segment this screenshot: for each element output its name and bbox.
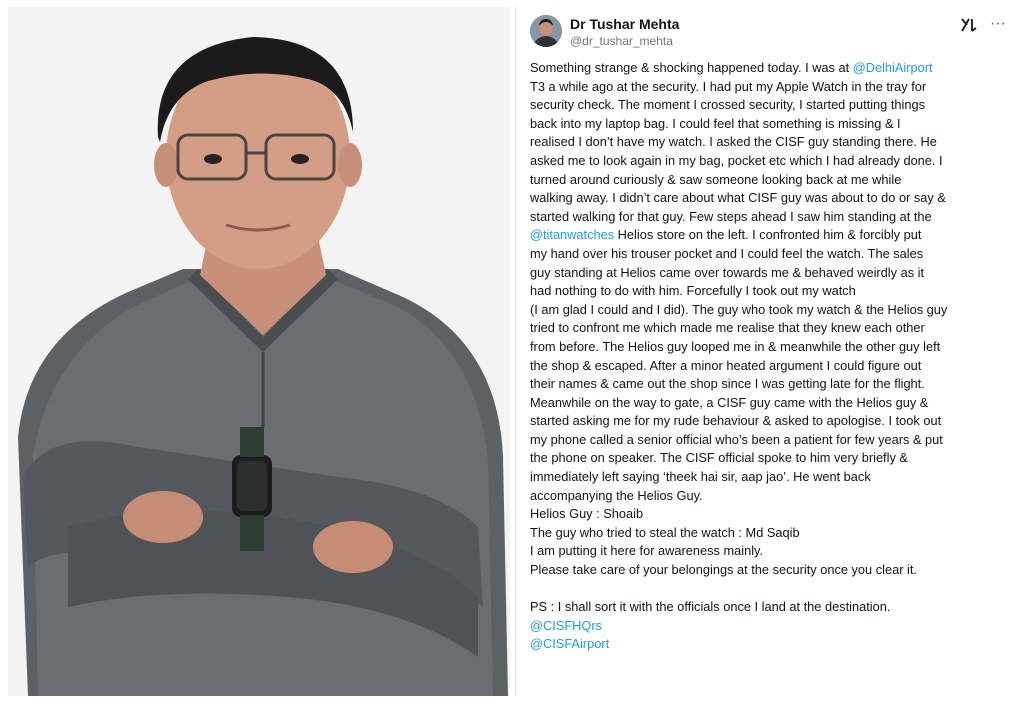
tweet-text-segment: PS : I shall sort it with the officials … [530,599,891,615]
tweet-line: T3 a while ago at the security. I had pu… [530,78,1008,97]
author-handle[interactable]: @dr_tushar_mehta [570,34,673,48]
tweet-text-segment: had nothing to do with him. Forcefully I… [530,283,856,299]
tweet-text-segment: walking away. I didn’t care about what C… [530,190,946,206]
tweet-line: walking away. I didn’t care about what C… [530,189,1008,208]
tweet-line: @titanwatches Helios store on the left. … [530,226,1008,245]
tweet-text-segment: my phone called a senior official who’s … [530,431,943,447]
tweet-text-segment: Meanwhile on the way to gate, a CISF guy… [530,394,929,410]
tweet-line: PS : I shall sort it with the officials … [530,598,1008,617]
tweet-line: guy standing at Helios came over towards… [530,264,1008,283]
tweet-text-segment: T3 a while ago at the security. I had pu… [530,78,927,94]
tweet-text-segment: the shop & escaped. After a minor heated… [530,357,922,373]
tweet-line: security check. The moment I crossed sec… [530,96,1008,115]
tweet-line: The guy who tried to steal the watch : M… [530,524,1008,543]
tweet-line: Meanwhile on the way to gate, a CISF guy… [530,394,1008,413]
tweet-line: tried to confront me which made me reali… [530,319,1008,338]
tweet-line: accompanying the Helios Guy. [530,487,1008,506]
mention-link[interactable]: @CISFAirport [530,636,609,651]
tweet-text-segment: turned around curiously & saw someone lo… [530,171,902,187]
author-avatar[interactable] [530,15,562,47]
tweet-text-segment: started asking me for my rude behaviour … [530,413,942,429]
mention-link[interactable]: @DelhiAirport [853,60,933,75]
tweet-text-segment: realised I don’t have my watch. I asked … [530,134,937,150]
tweet-card: Dr Tushar Mehta @dr_tushar_mehta ··· Som… [515,7,1016,696]
more-options-icon[interactable]: ··· [990,16,1006,32]
person-photo [8,7,510,696]
person-illustration [8,7,510,696]
grok-glyph [961,18,977,32]
tweet-line: Something strange & shocking happened to… [530,59,1008,78]
tweet-line: realised I don’t have my watch. I asked … [530,133,1008,152]
tweet-line: the phone on speaker. The CISF official … [530,449,1008,468]
tweet-text-segment: my hand over his trouser pocket and I co… [530,245,924,261]
tweet-line: my hand over his trouser pocket and I co… [530,245,1008,264]
tweet-text-segment: tried to confront me which made me reali… [530,320,925,336]
tweet-text-segment: their names & came out the shop since I … [530,376,925,392]
tweet-line: immediately left saying ‘theek hai sir, … [530,468,1008,487]
tweet-header: Dr Tushar Mehta @dr_tushar_mehta ··· [530,13,1006,57]
tweet-line: had nothing to do with him. Forcefully I… [530,282,1008,301]
tweet-text-segment: asked me to look again in my bag, pocket… [530,152,943,168]
tweet-text-segment: I am putting it here for awareness mainl… [530,543,764,559]
tweet-line: started asking me for my rude behaviour … [530,412,1008,431]
tweet-text-segment: immediately left saying ‘theek hai sir, … [530,469,871,485]
tweet-text-segment: the phone on speaker. The CISF official … [530,450,908,466]
tweet-text-segment: guy standing at Helios came over towards… [530,264,925,280]
tweet-text-segment: security check. The moment I crossed sec… [530,97,925,113]
tweet-line: turned around curiously & saw someone lo… [530,171,1008,190]
tweet-line: their names & came out the shop since I … [530,375,1008,394]
avatar-image [530,15,562,47]
tweet-line: back into my laptop bag. I could feel th… [530,115,1008,134]
tweet-text-segment: Please take care of your belongings at t… [530,562,917,578]
tweet-text-segment: accompanying the Helios Guy. [530,487,703,503]
mention-link[interactable]: @titanwatches [530,227,614,242]
tweet-text-segment: Helios store on the left. I confronted h… [614,227,922,243]
tweet-text-segment: back into my laptop bag. I could feel th… [530,115,901,131]
tweet-line: (I am glad I could and I did). The guy w… [530,301,1008,320]
tweet-line: from before. The Helios guy looped me in… [530,338,1008,357]
tweet-text-segment: Something strange & shocking happened to… [530,60,853,75]
tweet-line: Please take care of your belongings at t… [530,561,1008,580]
author-name[interactable]: Dr Tushar Mehta [570,16,679,32]
tweet-line: my phone called a senior official who’s … [530,431,1008,450]
tweet-text: Something strange & shocking happened to… [530,59,1008,654]
tweet-text-segment: (I am glad I could and I did). The guy w… [530,301,948,317]
tweet-text-segment: started walking for that guy. Few steps … [530,208,932,224]
tweet-line: Helios Guy : Shoaib [530,505,1008,524]
grok-icon[interactable] [960,16,978,34]
tweet-line: @CISFAirport [530,635,1008,654]
composite-image: Dr Tushar Mehta @dr_tushar_mehta ··· Som… [0,0,1024,703]
tweet-line: the shop & escaped. After a minor heated… [530,357,1008,376]
tweet-line: asked me to look again in my bag, pocket… [530,152,1008,171]
tweet-text-segment: The guy who tried to steal the watch : M… [530,524,800,540]
tweet-text-segment: from before. The Helios guy looped me in… [530,338,941,354]
mention-link[interactable]: @CISFHQrs [530,618,602,633]
tweet-text-segment: Helios Guy : Shoaib [530,506,644,522]
tweet-line: I am putting it here for awareness mainl… [530,542,1008,561]
tweet-line: started walking for that guy. Few steps … [530,208,1008,227]
tweet-line: @CISFHQrs [530,617,1008,636]
